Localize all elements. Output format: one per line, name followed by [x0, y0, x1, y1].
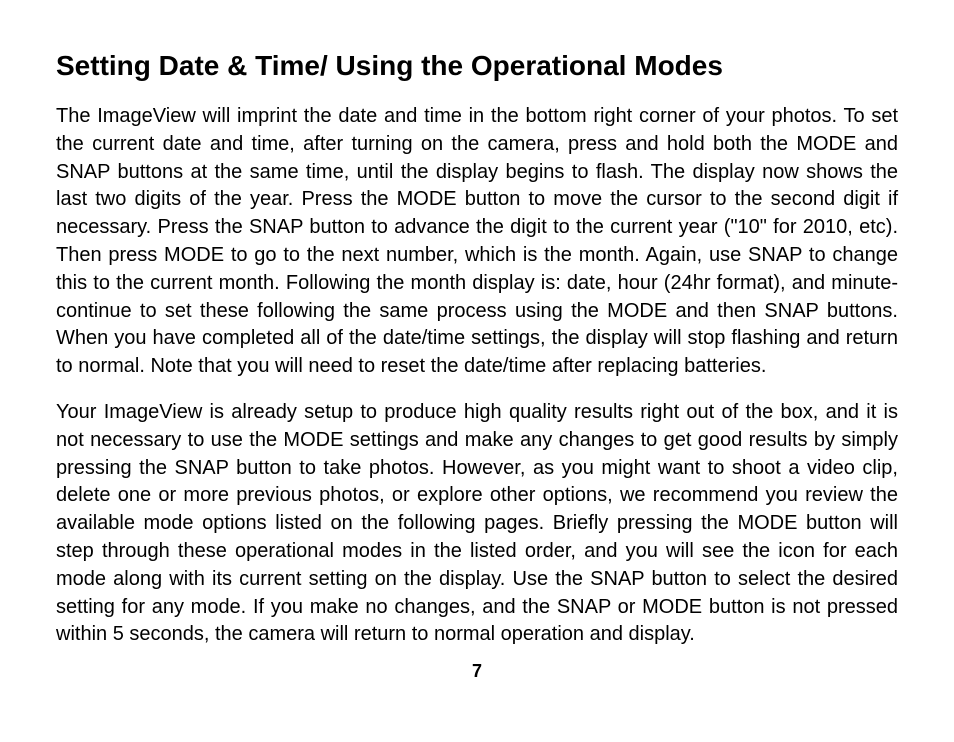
page-number: 7	[56, 661, 898, 682]
section-heading: Setting Date & Time/ Using the Operation…	[56, 48, 898, 83]
document-page: Setting Date & Time/ Using the Operation…	[0, 0, 954, 702]
body-paragraph-2: Your ImageView is already setup to produ…	[56, 399, 898, 649]
body-paragraph-1: The ImageView will imprint the date and …	[56, 103, 898, 381]
